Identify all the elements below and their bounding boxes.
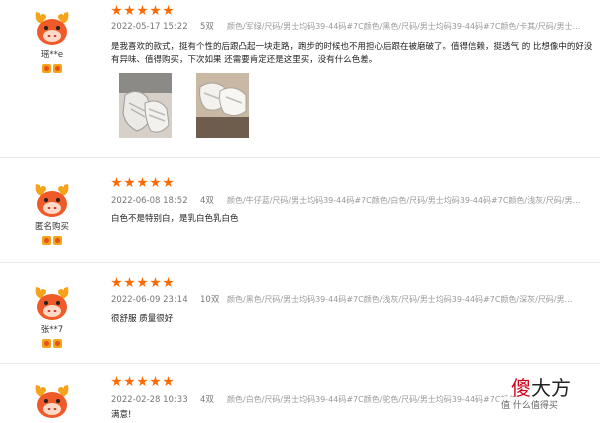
review-text: 很舒服 质量很好 bbox=[111, 314, 174, 324]
rating-stars bbox=[111, 277, 174, 288]
medal-badge-icon bbox=[53, 236, 62, 245]
medal-badge-icon bbox=[53, 64, 62, 73]
review-photo[interactable] bbox=[119, 73, 172, 138]
star-icon bbox=[111, 376, 122, 387]
medal-badge-icon bbox=[53, 339, 62, 348]
review-meta: 2022-06-09 23:14 10双 颜色/黑色/尺码/男士均码39-44码#7… bbox=[111, 294, 600, 306]
star-icon bbox=[150, 177, 161, 188]
sku-info: 颜色/白色/尺码/男士均码39-44码#7C颜色/驼色/尺码/男士均码39-44… bbox=[227, 395, 528, 404]
sku-info: 颜色/黑色/尺码/男士均码39-44码#7C颜色/浅灰/尺码/男士均码39-44… bbox=[227, 295, 573, 304]
star-icon bbox=[137, 376, 148, 387]
mascot-avatar-icon[interactable] bbox=[32, 180, 72, 218]
star-icon bbox=[124, 376, 135, 387]
purchase-quantity: 5双 bbox=[200, 22, 214, 32]
star-icon bbox=[150, 376, 161, 387]
reviewer-info: 瑶**e bbox=[14, 8, 90, 73]
star-icon bbox=[163, 5, 174, 16]
review-meta: 2022-06-08 18:52 4双 颜色/牛仔蓝/尺码/男士均码39-44码#7… bbox=[111, 195, 600, 207]
star-icon bbox=[111, 177, 122, 188]
reviewer-info bbox=[14, 381, 90, 419]
reviewer-info: 张**7 bbox=[14, 283, 90, 348]
review-item: 瑶**e 2022-05-17 15:22 5双 颜色/军绿/尺码/男士均码39-4… bbox=[0, 0, 600, 157]
review-photos bbox=[119, 73, 249, 138]
reviewer-name: 张**7 bbox=[40, 325, 64, 335]
star-icon bbox=[150, 277, 161, 288]
star-icon bbox=[163, 177, 174, 188]
purchase-quantity: 4双 bbox=[200, 196, 214, 206]
star-icon bbox=[124, 277, 135, 288]
purchase-quantity: 10双 bbox=[200, 295, 220, 305]
star-icon bbox=[124, 5, 135, 16]
sku-info: 颜色/军绿/尺码/男士均码39-44码#7C颜色/黑色/尺码/男士均码39-44… bbox=[227, 22, 581, 31]
rating-stars bbox=[111, 177, 174, 188]
review-date: 2022-05-17 15:22 bbox=[111, 22, 188, 32]
sku-info: 颜色/牛仔蓝/尺码/男士均码39-44码#7C颜色/白色/尺码/男士均码39-4… bbox=[227, 196, 581, 205]
review-item: 匿名购买 2022-06-08 18:52 4双 颜色/牛仔蓝/尺码/男士均码39-… bbox=[0, 158, 600, 262]
review-item: 张**7 2022-06-09 23:14 10双 颜色/黑色/尺码/男士均码39-… bbox=[0, 263, 600, 363]
member-badges bbox=[14, 339, 90, 348]
member-badges bbox=[14, 64, 90, 73]
review-photo[interactable] bbox=[196, 73, 249, 138]
review-date: 2022-06-08 18:52 bbox=[111, 196, 188, 206]
reviewer-info: 匿名购买 bbox=[14, 180, 90, 245]
star-icon bbox=[137, 177, 148, 188]
review-meta: 2022-05-17 15:22 5双 颜色/军绿/尺码/男士均码39-44码#7C… bbox=[111, 21, 600, 33]
review-date: 2022-06-09 23:14 bbox=[111, 295, 188, 305]
star-icon bbox=[163, 277, 174, 288]
review-text: 是我喜欢的款式，挺有个性的后跟凸起一块走路，跑步的时候也不用担心后跟在被磨破了。… bbox=[111, 42, 593, 65]
mascot-avatar-icon[interactable] bbox=[32, 8, 72, 46]
rating-stars bbox=[111, 5, 174, 16]
medal-badge-icon bbox=[42, 64, 51, 73]
star-icon bbox=[124, 177, 135, 188]
site-watermark: 傻大方 值 什么值得买 bbox=[495, 372, 600, 418]
star-icon bbox=[111, 277, 122, 288]
purchase-quantity: 4双 bbox=[200, 395, 214, 405]
star-icon bbox=[150, 5, 161, 16]
star-icon bbox=[137, 277, 148, 288]
rating-stars bbox=[111, 376, 174, 387]
medal-badge-icon bbox=[42, 339, 51, 348]
review-text: 白色不是特别白，是乳白色乳白色 bbox=[111, 214, 239, 224]
mascot-avatar-icon[interactable] bbox=[32, 381, 72, 419]
member-badges bbox=[14, 236, 90, 245]
star-icon bbox=[163, 376, 174, 387]
reviewer-name: 瑶**e bbox=[40, 50, 64, 60]
review-date: 2022-02-28 10:33 bbox=[111, 395, 188, 405]
star-icon bbox=[137, 5, 148, 16]
star-icon bbox=[111, 5, 122, 16]
reviewer-name: 匿名购买 bbox=[34, 222, 69, 232]
watermark-tagline: 值 什么值得买 bbox=[499, 397, 560, 412]
medal-badge-icon bbox=[42, 236, 51, 245]
mascot-avatar-icon[interactable] bbox=[32, 283, 72, 321]
